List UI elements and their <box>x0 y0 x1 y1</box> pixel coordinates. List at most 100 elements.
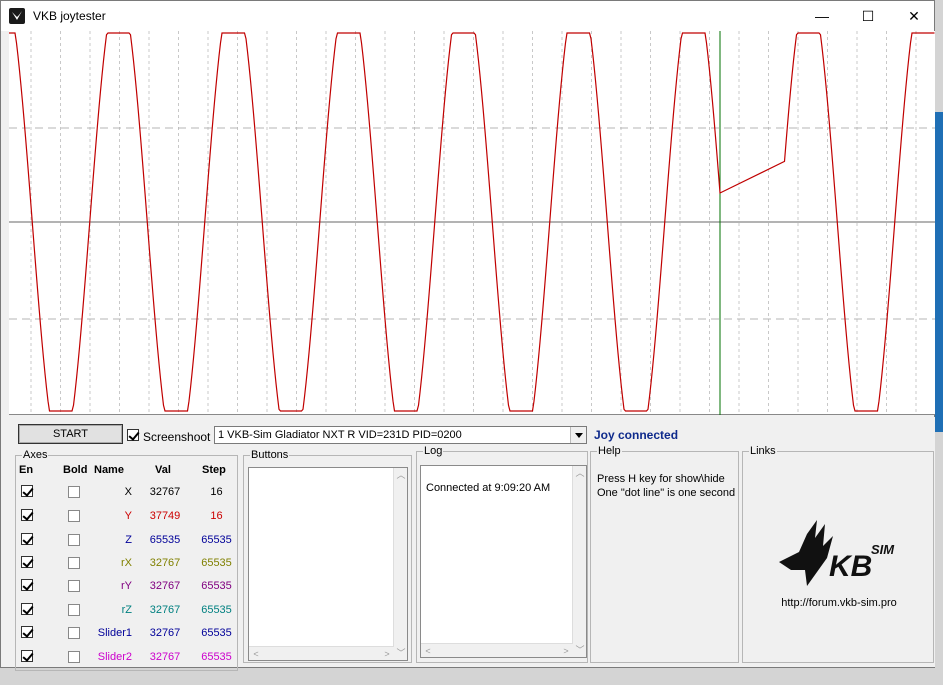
axis-row-slider1: Slider1 32767 65535 <box>16 624 239 642</box>
links-group-label: Links <box>749 445 777 457</box>
axis-name: rX <box>121 557 132 569</box>
buttons-group-label: Buttons <box>250 449 290 461</box>
chevron-right-icon[interactable]: > <box>382 649 392 659</box>
log-entry: Connected at 9:09:20 AM <box>426 482 551 494</box>
header-step: Step <box>202 464 226 476</box>
bold-checkbox[interactable] <box>68 604 80 616</box>
axis-value: 32767 <box>149 627 181 639</box>
connection-status: Joy connected <box>594 428 679 442</box>
vertical-scrollbar[interactable]: ︿ ﹀ <box>572 466 586 657</box>
svg-text:KB: KB <box>829 550 872 583</box>
axis-value: 32767 <box>149 604 181 616</box>
chevron-down-icon[interactable]: ﹀ <box>396 648 406 658</box>
screenshot-label: Screenshoot <box>143 430 211 444</box>
axis-step: 65535 <box>201 534 232 546</box>
control-panel: START Screenshoot 1 VKB-Sim Gladiator NX… <box>9 417 935 671</box>
vkb-sim-logo[interactable]: KB SIM <box>777 514 907 592</box>
app-window: VKB joytester — ☐ ✕ START Screenshoot 1 … <box>0 0 935 671</box>
axis-row-ry: rY 32767 65535 <box>16 577 239 595</box>
vkb-app-icon <box>9 8 25 24</box>
bold-checkbox[interactable] <box>68 651 80 663</box>
axis-row-y: Y 37749 16 <box>16 507 239 525</box>
close-button[interactable]: ✕ <box>891 1 937 31</box>
bold-checkbox[interactable] <box>68 510 80 522</box>
axis-name: rZ <box>121 604 132 616</box>
enable-checkbox[interactable] <box>21 603 33 615</box>
axis-step: 16 <box>210 486 223 498</box>
axis-row-rx: rX 32767 65535 <box>16 554 239 572</box>
enable-checkbox[interactable] <box>21 509 33 521</box>
title-bar[interactable]: VKB joytester — ☐ ✕ <box>1 1 934 31</box>
axis-value: 37749 <box>149 510 181 522</box>
axis-step: 65535 <box>201 580 232 592</box>
chevron-right-icon[interactable]: > <box>561 646 571 656</box>
chevron-down-icon[interactable] <box>570 427 586 443</box>
chevron-left-icon[interactable]: < <box>423 646 433 656</box>
screenshot-checkbox[interactable] <box>127 429 139 441</box>
enable-checkbox[interactable] <box>21 533 33 545</box>
axis-row-rz: rZ 32767 65535 <box>16 601 239 619</box>
enable-checkbox[interactable] <box>21 485 33 497</box>
axis-value: 32767 <box>149 580 181 592</box>
bold-checkbox[interactable] <box>68 580 80 592</box>
help-group: Help Press H key for show\hide One "dot … <box>590 445 739 663</box>
window-title: VKB joytester <box>33 9 106 23</box>
log-group-label: Log <box>423 445 444 457</box>
links-group: Links KB SIM http://forum.vkb-sim.pro <box>742 445 935 663</box>
axis-step: 65535 <box>201 651 232 663</box>
axis-row-slider2: Slider2 32767 65535 <box>16 648 239 666</box>
enable-checkbox[interactable] <box>21 626 33 638</box>
axis-name: Slider2 <box>97 651 132 663</box>
header-val: Val <box>155 464 171 476</box>
axis-name: X <box>124 486 132 498</box>
bold-checkbox[interactable] <box>68 534 80 546</box>
forum-link[interactable]: http://forum.vkb-sim.pro <box>743 597 935 609</box>
axis-name: Z <box>125 534 132 546</box>
chevron-up-icon[interactable]: ︿ <box>396 470 406 480</box>
maximize-button[interactable]: ☐ <box>845 1 891 31</box>
axis-name: Slider1 <box>97 627 132 639</box>
header-name: Name <box>94 464 124 476</box>
chevron-left-icon[interactable]: < <box>251 649 261 659</box>
horizontal-scrollbar[interactable]: < > <box>249 646 394 660</box>
axis-waveform-plot <box>9 31 935 415</box>
help-group-label: Help <box>597 445 622 457</box>
bold-checkbox[interactable] <box>68 627 80 639</box>
log-list[interactable]: Connected at 9:09:20 AM ︿ ﹀ < > <box>420 465 587 658</box>
enable-checkbox[interactable] <box>21 579 33 591</box>
help-text-line: One "dot line" is one second <box>597 487 736 499</box>
axis-step: 16 <box>210 510 223 522</box>
buttons-group: Buttons ︿ ﹀ < > <box>243 449 412 663</box>
bold-checkbox[interactable] <box>68 486 80 498</box>
minimize-button[interactable]: — <box>799 1 845 31</box>
axis-value: 32767 <box>149 651 181 663</box>
axis-name: rY <box>121 580 132 592</box>
axis-value: 65535 <box>149 534 181 546</box>
axis-step: 65535 <box>201 627 232 639</box>
device-select[interactable]: 1 VKB-Sim Gladiator NXT R VID=231D PID=0… <box>214 426 587 444</box>
axes-group: Axes En Bold Name Val Step X 32767 16 Y … <box>15 449 239 671</box>
chevron-down-icon[interactable]: ﹀ <box>575 645 585 655</box>
device-select-value: 1 VKB-Sim Gladiator NXT R VID=231D PID=0… <box>218 429 462 441</box>
header-en: En <box>19 464 34 476</box>
axis-row-x: X 32767 16 <box>16 483 239 501</box>
chevron-up-icon[interactable]: ︿ <box>575 468 585 478</box>
vertical-scrollbar[interactable]: ︿ ﹀ <box>393 468 407 660</box>
axis-step: 65535 <box>201 604 232 616</box>
bold-checkbox[interactable] <box>68 557 80 569</box>
axis-value: 32767 <box>149 486 181 498</box>
header-bold: Bold <box>63 464 88 476</box>
axis-value: 32767 <box>149 557 181 569</box>
help-text-line: Press H key for show\hide <box>597 473 725 485</box>
buttons-list[interactable]: ︿ ﹀ < > <box>248 467 408 661</box>
axis-step: 65535 <box>201 557 232 569</box>
enable-checkbox[interactable] <box>21 556 33 568</box>
axis-name: Y <box>124 510 132 522</box>
horizontal-scrollbar[interactable]: < > <box>421 643 573 657</box>
axis-plot-canvas <box>9 31 935 415</box>
start-button[interactable]: START <box>18 424 123 444</box>
enable-checkbox[interactable] <box>21 650 33 662</box>
axes-group-label: Axes <box>22 449 49 461</box>
log-group: Log Connected at 9:09:20 AM ︿ ﹀ < > <box>416 445 588 663</box>
axis-row-z: Z 65535 65535 <box>16 531 239 549</box>
